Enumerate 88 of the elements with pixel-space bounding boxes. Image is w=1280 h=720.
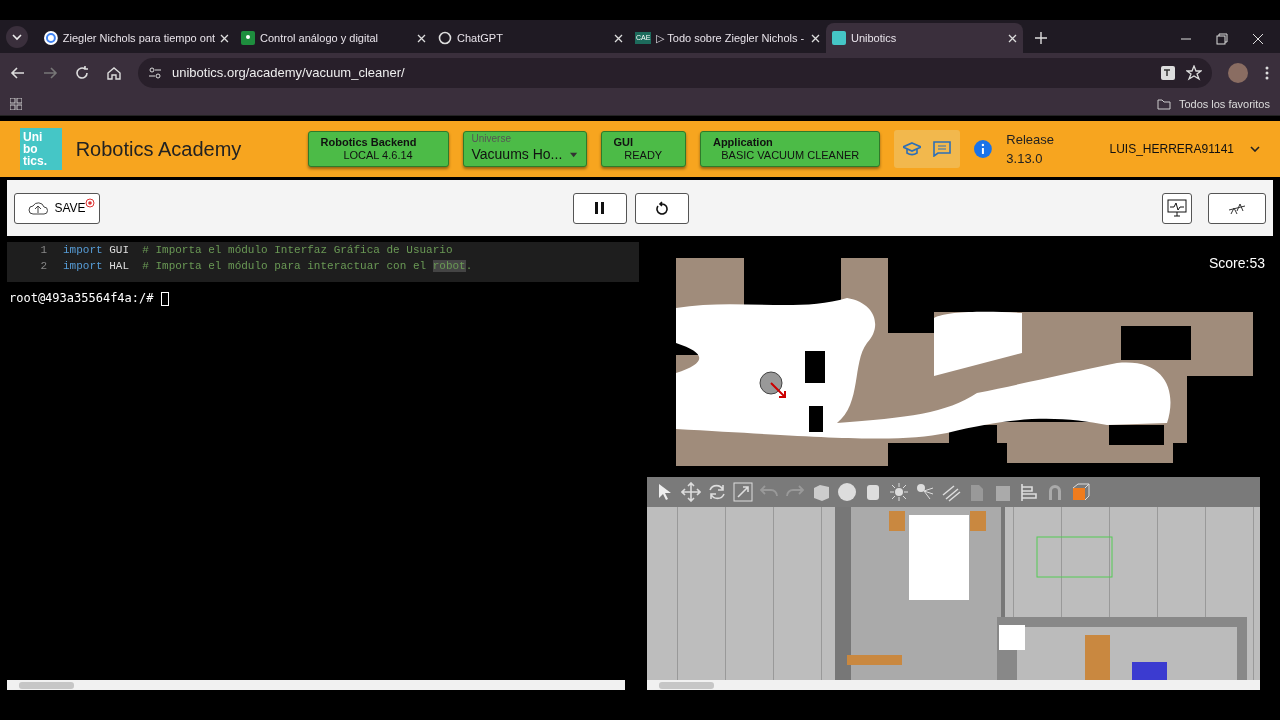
score-text: Score:53 xyxy=(1208,254,1265,273)
code-editor[interactable]: 1 import GUI # Importa el módulo Interfaz Gráfica de Usuario 2 import HAL # Importa el módulo para interactuar con el robot. xyxy=(7,242,639,282)
logo-text: tics. xyxy=(23,155,48,167)
close-icon[interactable] xyxy=(417,33,426,43)
move-icon[interactable] xyxy=(681,482,701,502)
pause-icon xyxy=(594,202,606,214)
release-text: Release xyxy=(1006,130,1055,149)
browser-tab[interactable]: Control análogo y digital xyxy=(235,23,432,53)
release-text: 3.13.0 xyxy=(1006,150,1044,168)
address-bar[interactable]: unibotics.org/academy/vacuum_cleaner/ xyxy=(138,58,1212,88)
monitor-button[interactable] xyxy=(1162,192,1192,224)
user-menu[interactable]: LUIS_HERRERA91141 xyxy=(1109,140,1260,158)
save-button[interactable]: SAVE xyxy=(14,192,100,224)
tab-title: Unibotics xyxy=(851,30,898,46)
rotate-icon[interactable] xyxy=(707,482,727,502)
new-tab-icon[interactable] xyxy=(1035,32,1047,44)
logo-text: Uni xyxy=(23,131,44,143)
line-number: 1 xyxy=(39,242,48,258)
align-icon[interactable] xyxy=(1019,482,1039,502)
tab-title: ▷ Todo sobre Ziegler Nichols - xyxy=(656,30,806,46)
browser-tab[interactable]: ChatGPT xyxy=(432,23,629,53)
status-label: Application xyxy=(712,136,773,148)
cloud-upload-icon xyxy=(28,201,49,215)
status-value: BASIC VACUUM CLEANER xyxy=(720,148,861,162)
site-icon xyxy=(832,31,846,45)
chevron-icon xyxy=(1250,146,1260,152)
box-icon[interactable] xyxy=(811,482,831,502)
tab-title: ChatGPT xyxy=(457,30,504,46)
back-icon[interactable] xyxy=(10,65,26,81)
home-icon[interactable] xyxy=(106,65,122,81)
horizontal-scrollbar[interactable] xyxy=(647,680,1260,690)
restore-icon[interactable] xyxy=(1216,33,1228,45)
graduation-cap-icon[interactable] xyxy=(903,142,922,156)
tab-list-icon[interactable] xyxy=(4,24,30,50)
terminal-prompt: root@493a35564f4a:/# xyxy=(9,291,155,305)
star-icon[interactable] xyxy=(1186,65,1202,81)
tab-title: Control análogo y digital xyxy=(260,30,380,46)
caret-icon xyxy=(570,151,578,158)
logo-text: bo xyxy=(23,143,39,155)
classroom-icon xyxy=(241,31,255,45)
robot-icon xyxy=(759,371,789,401)
close-icon[interactable] xyxy=(1252,33,1264,45)
code-line: import GUI # Importa el módulo Interfaz Gráfica de Usuario xyxy=(63,242,453,258)
close-icon[interactable] xyxy=(220,33,229,43)
close-icon[interactable] xyxy=(811,33,820,43)
pause-button[interactable] xyxy=(573,192,627,224)
status-value: Vacuums Ho... xyxy=(471,145,563,164)
status-label: Universe xyxy=(471,133,511,144)
status-value: READY xyxy=(623,148,664,162)
apps-icon[interactable] xyxy=(10,98,22,110)
reload-icon[interactable] xyxy=(74,65,90,81)
site-settings-icon[interactable] xyxy=(148,66,162,80)
horizontal-scrollbar[interactable] xyxy=(7,680,625,690)
sun-icon[interactable] xyxy=(889,482,909,502)
reset-button[interactable] xyxy=(635,192,689,224)
url-text: unibotics.org/academy/vacuum_cleaner/ xyxy=(172,64,405,83)
sphere-icon[interactable] xyxy=(837,482,857,502)
tab-title: Ziegler Nichols para tiempo ont xyxy=(62,30,216,46)
app-title: Robotics Academy xyxy=(75,137,243,162)
lines-icon[interactable] xyxy=(941,482,961,502)
folder-icon[interactable] xyxy=(1156,98,1171,110)
chat-icon[interactable] xyxy=(933,141,952,157)
info-icon[interactable] xyxy=(974,140,993,158)
browser-tab[interactable]: Unibotics xyxy=(826,23,1023,53)
forward-icon xyxy=(42,65,58,81)
record-icon xyxy=(85,197,95,208)
status-value: LOCAL 4.6.14 xyxy=(342,148,414,162)
monitor-icon xyxy=(1167,199,1187,217)
close-icon[interactable] xyxy=(614,33,623,43)
reset-icon xyxy=(655,201,669,215)
code-line: import HAL # Importa el módulo para interactuar con el robot. xyxy=(63,258,473,274)
scale-icon[interactable] xyxy=(733,482,753,502)
terminal-cursor xyxy=(160,291,169,306)
browser-tab[interactable]: Ziegler Nichols para tiempo ont xyxy=(38,23,235,53)
cube-icon[interactable] xyxy=(1071,482,1091,502)
sparkle-icon xyxy=(1227,201,1247,215)
universe-select[interactable]: Universe Vacuums Ho... xyxy=(462,131,587,167)
close-icon[interactable] xyxy=(1008,33,1017,43)
status-label: Robotics Backend xyxy=(320,136,417,148)
translate-icon[interactable] xyxy=(1160,65,1176,81)
menu-icon[interactable] xyxy=(1264,65,1270,81)
spotlight-icon[interactable] xyxy=(915,482,935,502)
google-icon xyxy=(44,31,58,45)
status-label: GUI xyxy=(613,136,634,148)
avatar-icon[interactable] xyxy=(1228,63,1248,83)
line-number: 2 xyxy=(39,258,48,274)
stars-button[interactable] xyxy=(1208,192,1266,224)
bookmarks-folder[interactable]: Todos los favoritos xyxy=(1178,95,1270,113)
